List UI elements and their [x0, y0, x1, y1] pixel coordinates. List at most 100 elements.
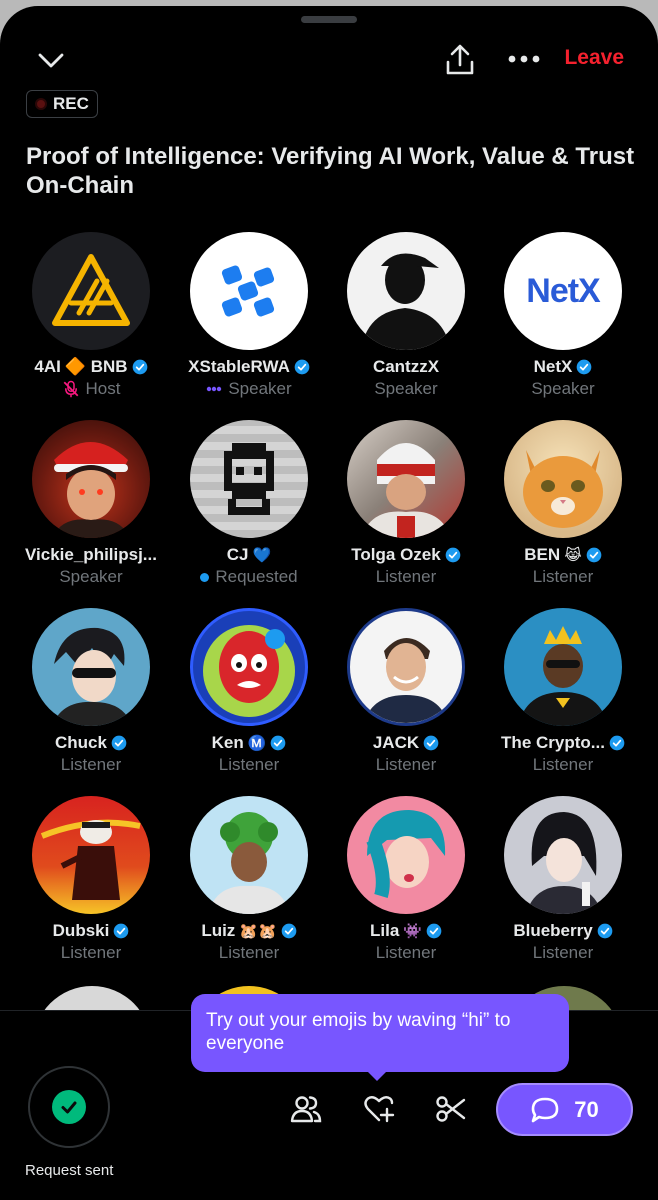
participant-name: XStableRWA [188, 357, 290, 376]
participant-role-line: Listener [12, 942, 170, 964]
participant-name-line: Dubski [12, 920, 170, 942]
participant-tile[interactable]: CJ 💙 Requested [170, 420, 328, 588]
verified-badge-icon [586, 547, 602, 563]
participant-name-line: Chuck [12, 732, 170, 754]
participant-tile[interactable]: Luiz 🐹🐹 Listener [170, 796, 328, 964]
participant-name-line: BEN 😹 [484, 544, 642, 566]
participant-role: Speaker [531, 379, 595, 398]
participant-role-line: Listener [327, 942, 485, 964]
participant-role-line: Speaker [12, 566, 170, 588]
participant-name: Tolga Ozek [351, 545, 441, 564]
participant-role: Listener [60, 755, 122, 774]
participant-role-line: Speaker [484, 378, 642, 400]
request-status-label: Request sent [25, 1162, 114, 1179]
participant-name: CJ [226, 545, 249, 564]
participant-name-line: CJ 💙 [170, 544, 328, 566]
participant-tile[interactable]: JACK Listener [327, 608, 485, 776]
participant-role-line: Listener [484, 566, 642, 588]
participant-role: Host [85, 379, 121, 398]
participant-name: The Crypto... [501, 733, 605, 752]
chevron-down-icon[interactable] [34, 44, 68, 78]
avatar [190, 608, 308, 726]
participant-tile[interactable]: BEN 😹 Listener [484, 420, 642, 588]
participant-tile[interactable]: Lila 👾 Listener [327, 796, 485, 964]
record-dot-icon [35, 98, 47, 110]
people-icon[interactable] [287, 1090, 325, 1128]
participant-name-line: The Crypto... [484, 732, 642, 754]
request-status-button[interactable] [28, 1066, 110, 1148]
participant-name-line: XStableRWA [170, 356, 328, 378]
avatar [504, 608, 622, 726]
chat-count: 70 [574, 1096, 599, 1122]
tooltip-tail [366, 1070, 388, 1081]
rec-label: REC [53, 94, 89, 113]
participant-tile[interactable]: Dubski Listener [12, 796, 170, 964]
emoji-tooltip[interactable]: Try out your emojis by waving “hi” to ev… [191, 994, 569, 1072]
avatar [32, 420, 150, 538]
verified-badge-icon [423, 735, 439, 751]
participant-role: Requested [215, 567, 298, 586]
verified-badge-icon [294, 359, 310, 375]
participant-tile[interactable]: Vickie_philipsj... Speaker [12, 420, 170, 588]
participant-role-line: Host [12, 378, 170, 400]
participant-tile[interactable]: Blueberry Listener [484, 796, 642, 964]
avatar [504, 420, 622, 538]
participant-name-suffix: 👾 [403, 922, 422, 940]
participant-name-line: 4AI 🔶 BNB [12, 356, 170, 378]
participant-role-line: Speaker [327, 378, 485, 400]
participant-name: CantzzX [372, 357, 440, 376]
avatar [347, 608, 465, 726]
participant-role-line: Listener [12, 754, 170, 776]
participant-tile[interactable]: Chuck Listener [12, 608, 170, 776]
leave-button[interactable]: Leave [564, 46, 624, 70]
sheet-grabber[interactable] [301, 16, 357, 23]
scissors-icon[interactable] [432, 1090, 470, 1128]
participant-role: Listener [375, 943, 437, 962]
participant-name-line: NetX [484, 356, 642, 378]
participant-role: Speaker [228, 379, 292, 398]
chat-button[interactable]: 70 [496, 1083, 633, 1136]
participant-role: Speaker [59, 567, 123, 586]
participant-name: Vickie_philipsj... [25, 545, 157, 564]
chat-bubble-icon [531, 1097, 559, 1122]
participant-name-suffix: 🔶 BNB [64, 357, 128, 376]
participant-role-line: Listener [327, 754, 485, 776]
participant-name-line: CantzzX [327, 356, 485, 378]
participant-name-suffix: 🐹🐹 [239, 922, 277, 940]
verified-badge-icon [609, 735, 625, 751]
participant-tile[interactable]: 4AI 🔶 BNB Host [12, 232, 170, 400]
participant-name-suffix: Ⓜ️ [247, 734, 267, 752]
participant-name-line: Luiz 🐹🐹 [170, 920, 328, 942]
participant-name: Ken [211, 733, 244, 752]
more-icon[interactable] [504, 46, 544, 72]
participant-role: Listener [218, 943, 280, 962]
participant-name-line: JACK [327, 732, 485, 754]
participant-tile[interactable]: NetX NetX Speaker [484, 232, 642, 400]
participant-tile[interactable]: Tolga Ozek Listener [327, 420, 485, 588]
participant-role: Listener [375, 755, 437, 774]
heart-plus-icon[interactable] [360, 1090, 398, 1128]
participant-tile[interactable]: The Crypto... Listener [484, 608, 642, 776]
avatar [347, 232, 465, 350]
participant-name: 4AI [34, 357, 61, 376]
participant-name: JACK [372, 733, 420, 752]
avatar [347, 420, 465, 538]
verified-badge-icon [577, 359, 592, 375]
participant-name: Chuck [55, 733, 107, 752]
verified-badge-icon [597, 923, 613, 939]
blue-dot-icon [200, 572, 210, 582]
netx-logo: NetX [526, 271, 600, 310]
participant-tile[interactable]: XStableRWA Speaker [170, 232, 328, 400]
participant-role-line: Listener [170, 942, 328, 964]
participant-role: Listener [218, 755, 280, 774]
avatar [347, 796, 465, 914]
share-icon[interactable] [442, 40, 478, 80]
verified-badge-icon [132, 359, 147, 375]
avatar [190, 796, 308, 914]
verified-badge-icon [426, 923, 442, 939]
verified-badge-icon [281, 923, 297, 939]
participant-name-line: Tolga Ozek [327, 544, 485, 566]
participant-tile[interactable]: CantzzX Speaker [327, 232, 485, 400]
participant-tile[interactable]: Ken Ⓜ️ Listener [170, 608, 328, 776]
participant-name-line: Vickie_philipsj... [12, 544, 170, 566]
